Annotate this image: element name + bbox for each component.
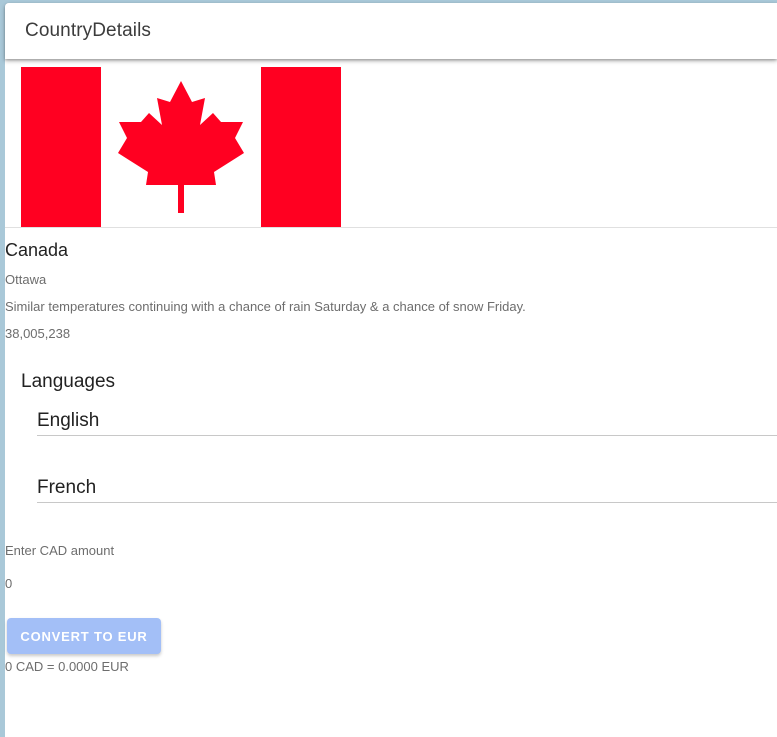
language-list-item: English — [37, 406, 777, 436]
convert-to-eur-button[interactable]: CONVERT TO EUR — [7, 618, 161, 654]
app-window: CountryDetails Canada Ottawa Similar tem… — [5, 3, 777, 737]
divider — [5, 227, 777, 228]
country-capital: Ottawa — [5, 272, 47, 287]
language-list-item: French — [37, 473, 777, 503]
conversion-result: 0 CAD = 0.0000 EUR — [5, 659, 129, 674]
country-name: Canada — [5, 240, 69, 260]
app-title: CountryDetails — [25, 20, 152, 41]
language-label: French — [37, 477, 97, 498]
country-population: 38,005,238 — [5, 326, 71, 341]
language-label: English — [37, 410, 100, 431]
cad-amount-input[interactable] — [5, 573, 205, 593]
app-toolbar: CountryDetails — [5, 3, 777, 59]
cad-amount-label: Enter CAD amount — [5, 543, 115, 558]
languages-heading: Languages — [21, 371, 116, 392]
weather-forecast: Similar temperatures continuing with a c… — [5, 299, 526, 314]
canada-flag-image — [21, 67, 341, 227]
